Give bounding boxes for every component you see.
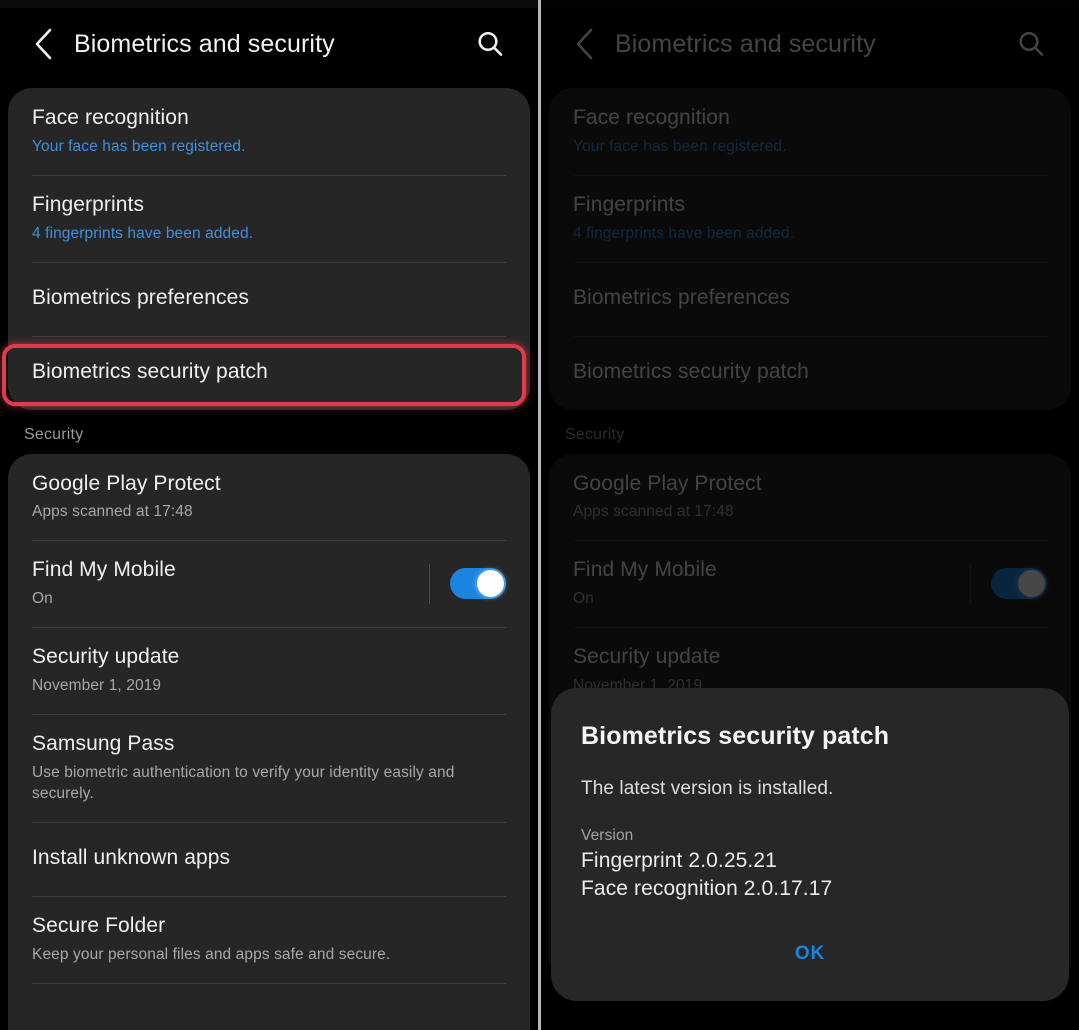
search-button[interactable] bbox=[468, 22, 512, 66]
row-install-unknown-apps[interactable]: Install unknown apps bbox=[8, 821, 530, 896]
panel-right-dialog: Biometrics and security Face recognition… bbox=[541, 0, 1079, 1030]
row-biometrics-preferences[interactable]: Biometrics preferences bbox=[549, 261, 1071, 336]
toggle-container bbox=[411, 563, 506, 604]
app-bar: Biometrics and security bbox=[541, 8, 1079, 80]
row-title: Secure Folder bbox=[32, 913, 166, 937]
panel-separator bbox=[538, 0, 541, 1030]
row-next-partial[interactable] bbox=[8, 982, 530, 1030]
row-biometrics-security-patch[interactable]: Biometrics security patch bbox=[8, 335, 530, 410]
search-button[interactable] bbox=[1009, 22, 1053, 66]
back-button[interactable] bbox=[20, 21, 66, 67]
row-title: Biometrics security patch bbox=[573, 360, 809, 384]
find-my-mobile-toggle[interactable] bbox=[991, 568, 1047, 600]
toggle-knob bbox=[477, 570, 504, 598]
section-header-security: Security bbox=[565, 425, 625, 443]
row-security-update[interactable]: Security update November 1, 2019 bbox=[8, 627, 530, 714]
dialog-version-label: Version bbox=[581, 827, 634, 844]
panel-left-settings: Biometrics and security Face recognition… bbox=[0, 0, 538, 1030]
toggle-container bbox=[952, 563, 1047, 604]
dialog-message: The latest version is installed. bbox=[581, 778, 834, 799]
row-face-recognition[interactable]: Face recognition Your face has been regi… bbox=[549, 88, 1071, 175]
dialog-title: Biometrics security patch bbox=[581, 722, 890, 750]
section-header-security: Security bbox=[24, 425, 84, 443]
toggle-divider bbox=[429, 563, 430, 604]
find-my-mobile-toggle[interactable] bbox=[450, 568, 506, 600]
two-panel-screenshot: Biometrics and security Face recognition… bbox=[0, 0, 1079, 1030]
row-subtitle: Use biometric authentication to verify y… bbox=[32, 763, 455, 802]
row-find-my-mobile[interactable]: Find My Mobile On bbox=[549, 540, 1071, 627]
biometrics-security-patch-dialog: Biometrics security patch The latest ver… bbox=[551, 688, 1069, 1001]
page-title: Biometrics and security bbox=[74, 29, 335, 58]
row-face-recognition[interactable]: Face recognition Your face has been regi… bbox=[8, 88, 530, 175]
biometrics-card: Face recognition Your face has been regi… bbox=[549, 88, 1071, 410]
page-title: Biometrics and security bbox=[615, 29, 876, 58]
app-bar: Biometrics and security bbox=[0, 8, 538, 80]
row-title: Security update bbox=[32, 645, 180, 669]
dialog-action-bar: OK bbox=[581, 937, 1039, 987]
row-title: Samsung Pass bbox=[32, 731, 175, 755]
back-button[interactable] bbox=[561, 21, 607, 67]
row-subtitle: Apps scanned at 17:48 bbox=[573, 503, 734, 521]
row-google-play-protect[interactable]: Google Play Protect Apps scanned at 17:4… bbox=[549, 454, 1071, 541]
chevron-left-icon bbox=[576, 28, 593, 60]
row-title: Find My Mobile bbox=[573, 558, 717, 582]
row-title: Google Play Protect bbox=[32, 471, 221, 495]
row-title: Install unknown apps bbox=[32, 846, 231, 870]
chevron-left-icon bbox=[35, 28, 52, 60]
search-icon bbox=[1019, 31, 1044, 56]
biometrics-card: Face recognition Your face has been regi… bbox=[8, 88, 530, 410]
row-subtitle: 4 fingerprints have been added. bbox=[573, 224, 795, 242]
row-biometrics-preferences[interactable]: Biometrics preferences bbox=[8, 261, 530, 336]
row-subtitle: On bbox=[573, 590, 594, 608]
row-title: Google Play Protect bbox=[573, 471, 762, 495]
row-secure-folder[interactable]: Secure Folder Keep your personal files a… bbox=[8, 895, 530, 983]
row-subtitle: On bbox=[32, 590, 53, 608]
row-subtitle: Your face has been registered. bbox=[32, 137, 246, 155]
row-biometrics-security-patch[interactable]: Biometrics security patch bbox=[549, 335, 1071, 410]
row-fingerprints[interactable]: Fingerprints 4 fingerprints have been ad… bbox=[549, 174, 1071, 262]
row-samsung-pass[interactable]: Samsung Pass Use biometric authenticatio… bbox=[8, 713, 530, 822]
status-bar bbox=[541, 0, 1079, 8]
row-subtitle: Keep your personal files and apps safe a… bbox=[32, 945, 391, 963]
row-title: Find My Mobile bbox=[32, 558, 176, 582]
row-google-play-protect[interactable]: Google Play Protect Apps scanned at 17:4… bbox=[8, 454, 530, 541]
ok-button[interactable]: OK bbox=[773, 937, 847, 971]
row-title: Security update bbox=[573, 645, 721, 669]
row-title: Fingerprints bbox=[573, 192, 686, 216]
row-title: Face recognition bbox=[32, 106, 189, 129]
row-title: Biometrics security patch bbox=[32, 360, 268, 384]
row-title: Biometrics preferences bbox=[32, 286, 249, 310]
settings-scroll-content: Face recognition Your face has been regi… bbox=[0, 80, 538, 1030]
search-icon bbox=[478, 31, 503, 56]
toggle-divider bbox=[970, 563, 971, 604]
row-subtitle: Apps scanned at 17:48 bbox=[32, 503, 193, 521]
security-card: Google Play Protect Apps scanned at 17:4… bbox=[8, 453, 530, 1030]
row-title: Face recognition bbox=[573, 106, 730, 129]
row-fingerprints[interactable]: Fingerprints 4 fingerprints have been ad… bbox=[8, 174, 530, 262]
row-find-my-mobile[interactable]: Find My Mobile On bbox=[8, 540, 530, 627]
row-subtitle: Your face has been registered. bbox=[573, 137, 787, 155]
row-title: Fingerprints bbox=[32, 192, 145, 216]
row-subtitle: 4 fingerprints have been added. bbox=[32, 224, 254, 242]
dialog-version-fingerprint: Fingerprint 2.0.25.21 bbox=[581, 849, 777, 872]
row-title: Biometrics preferences bbox=[573, 286, 790, 310]
status-bar bbox=[0, 0, 538, 8]
row-subtitle: November 1, 2019 bbox=[32, 677, 162, 695]
toggle-knob bbox=[1018, 570, 1045, 598]
dialog-version-face-recognition: Face recognition 2.0.17.17 bbox=[581, 877, 833, 900]
